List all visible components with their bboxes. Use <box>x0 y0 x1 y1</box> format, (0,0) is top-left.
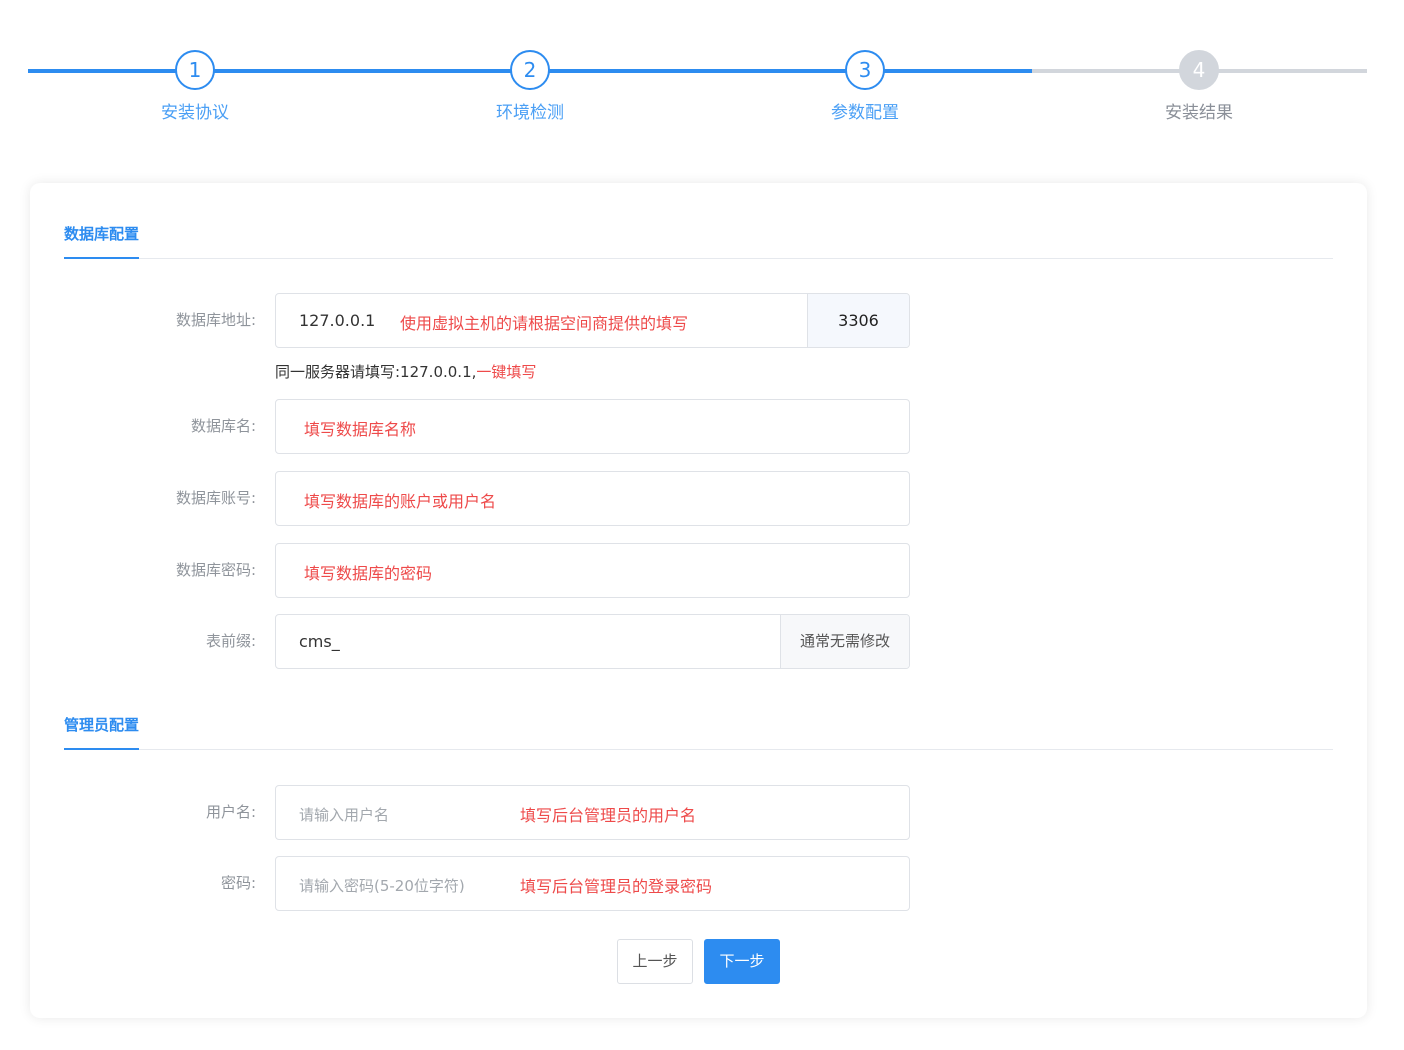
step-parameter-config: 3 参数配置 <box>785 50 945 123</box>
admin-section-header: 管理员配置 <box>64 708 1333 750</box>
db-host-input[interactable]: 127.0.0.1 使用虚拟主机的请根据空间商提供的填写 3306 <box>275 293 910 348</box>
db-host-helper-text: 同一服务器请填写:127.0.0.1, <box>275 363 477 381</box>
install-steps: 1 安装协议 2 环境检测 3 参数配置 4 安装结果 <box>28 50 1367 130</box>
step-label: 安装协议 <box>161 103 229 123</box>
step-number: 3 <box>845 50 885 90</box>
db-user-hint: 填写数据库的账户或用户名 <box>304 492 497 511</box>
step-agreement: 1 安装协议 <box>115 50 275 123</box>
admin-password-label: 密码: <box>220 874 256 892</box>
config-form-card: 数据库配置 数据库地址: 127.0.0.1 使用虚拟主机的请根据空间商提供的填… <box>30 183 1367 1018</box>
step-label: 安装结果 <box>1165 103 1233 123</box>
admin-password-hint: 填写后台管理员的登录密码 <box>520 877 713 896</box>
admin-password-placeholder: 请输入密码(5-20位字符) <box>299 877 465 895</box>
step-number: 1 <box>175 50 215 90</box>
db-host-value: 127.0.0.1 <box>299 311 376 330</box>
db-host-helper: 同一服务器请填写:127.0.0.1,一键填写 <box>275 361 536 382</box>
step-label: 环境检测 <box>496 103 564 123</box>
db-password-input[interactable]: 填写数据库的密码 <box>275 543 910 598</box>
db-name-input[interactable]: 填写数据库名称 <box>275 399 910 454</box>
admin-section-title: 管理员配置 <box>64 708 140 750</box>
next-step-button[interactable]: 下一步 <box>704 939 780 984</box>
db-host-hint: 使用虚拟主机的请根据空间商提供的填写 <box>400 314 689 333</box>
db-name-hint: 填写数据库名称 <box>304 420 417 439</box>
step-number: 2 <box>510 50 550 90</box>
db-name-label: 数据库名: <box>190 417 256 435</box>
table-prefix-input[interactable]: cms_ 通常无需修改 <box>275 614 910 669</box>
one-click-fill-link[interactable]: 一键填写 <box>476 363 536 381</box>
admin-username-input[interactable]: 请输入用户名 填写后台管理员的用户名 <box>275 785 910 840</box>
step-number: 4 <box>1179 50 1219 90</box>
admin-username-label: 用户名: <box>205 803 256 821</box>
table-prefix-value: cms_ <box>299 632 340 651</box>
step-environment-check: 2 环境检测 <box>450 50 610 123</box>
database-section-header: 数据库配置 <box>64 217 1333 259</box>
step-label: 参数配置 <box>831 103 899 123</box>
db-user-label: 数据库账号: <box>175 489 256 507</box>
db-user-input[interactable]: 填写数据库的账户或用户名 <box>275 471 910 526</box>
database-section-title: 数据库配置 <box>64 217 140 259</box>
admin-username-placeholder: 请输入用户名 <box>299 806 390 824</box>
previous-step-button[interactable]: 上一步 <box>617 939 693 984</box>
db-password-label: 数据库密码: <box>175 561 256 579</box>
step-install-result: 4 安装结果 <box>1119 50 1279 123</box>
admin-password-input[interactable]: 请输入密码(5-20位字符) 填写后台管理员的登录密码 <box>275 856 910 911</box>
db-port-input[interactable]: 3306 <box>807 294 909 347</box>
db-host-label: 数据库地址: <box>175 311 256 329</box>
table-prefix-label: 表前缀: <box>205 632 256 650</box>
db-password-hint: 填写数据库的密码 <box>304 564 433 583</box>
admin-username-hint: 填写后台管理员的用户名 <box>520 806 697 825</box>
table-prefix-note: 通常无需修改 <box>780 615 909 668</box>
